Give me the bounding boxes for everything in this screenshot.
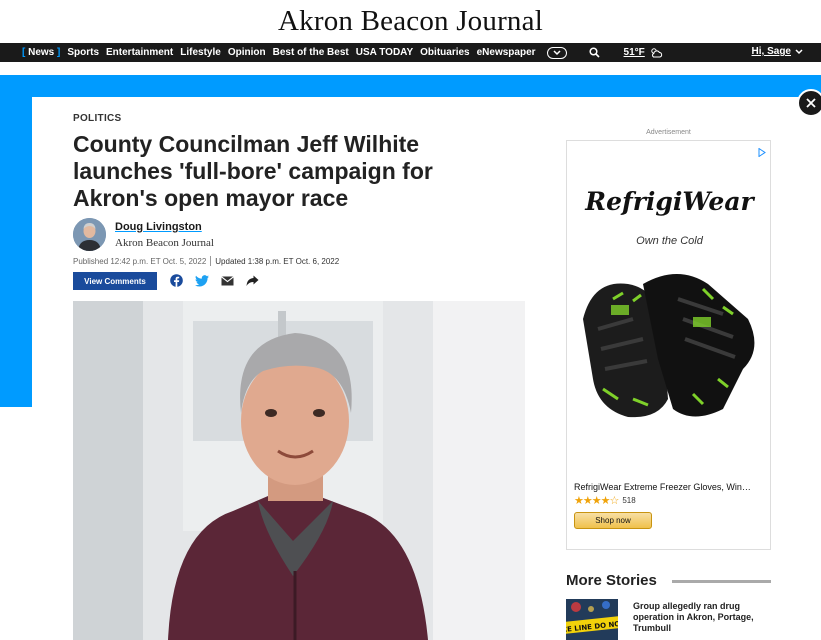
ad-rating: ★★★★☆ 518: [574, 494, 636, 507]
shop-now-button[interactable]: Shop now: [574, 512, 652, 529]
nav-item-enewspaper[interactable]: eNewspaper: [477, 47, 536, 58]
nav-item-lifestyle[interactable]: Lifestyle: [180, 47, 221, 58]
author-name[interactable]: Doug Livingston: [115, 221, 202, 233]
adchoices-button[interactable]: [758, 144, 766, 162]
section-label[interactable]: POLITICS: [73, 113, 122, 124]
article-headline: County Councilman Jeff Wilhite launches …: [73, 131, 433, 211]
chevron-down-icon: [795, 48, 803, 54]
share-bar: [170, 274, 259, 287]
ad-tagline: Own the Cold: [636, 235, 703, 247]
ad-product-name[interactable]: RefrigiWear Extreme Freezer Gloves, Win…: [574, 482, 766, 492]
weather-widget[interactable]: 51°F: [624, 47, 663, 58]
close-button[interactable]: [797, 89, 821, 117]
more-menu-button[interactable]: [546, 46, 567, 59]
story-link[interactable]: Group allegedly ran drug operation in Ak…: [633, 601, 773, 634]
nav-item-usa-today[interactable]: USA TODAY: [356, 47, 413, 58]
adchoices-icon: [758, 147, 766, 158]
article-hero-image[interactable]: [73, 301, 525, 640]
dateline-divider: [210, 256, 212, 266]
ad-rating-count: 518: [622, 496, 636, 505]
close-icon: [806, 98, 816, 108]
chevron-down-icon: [553, 49, 561, 55]
advertisement[interactable]: RefrigiWear Own the Cold RefrigiWear Ext…: [566, 140, 771, 550]
twitter-icon: [195, 274, 209, 287]
site-logo[interactable]: Akron Beacon Journal: [278, 5, 543, 38]
user-greeting: Hi, Sage: [751, 46, 791, 57]
twitter-share-button[interactable]: [195, 274, 209, 287]
gloves-image: [583, 274, 755, 418]
nav-item-entertainment[interactable]: Entertainment: [106, 47, 173, 58]
search-icon: [588, 47, 600, 58]
police-tape-image: ICE LINE DO NOT: [566, 599, 618, 640]
published-time: Published 12:42 p.m. ET Oct. 5, 2022: [73, 256, 207, 266]
nav-item-news[interactable]: [ News ]: [22, 47, 60, 58]
email-share-button[interactable]: [221, 275, 234, 286]
nav-item-sports[interactable]: Sports: [67, 47, 99, 58]
author-photo: [73, 218, 106, 251]
partly-cloudy-icon: [651, 48, 662, 58]
article-dateline: Published 12:42 p.m. ET Oct. 5, 2022 Upd…: [73, 256, 339, 266]
nav-item-obituaries[interactable]: Obituaries: [420, 47, 469, 58]
search-button[interactable]: [588, 47, 600, 58]
ad-product-image[interactable]: [573, 259, 763, 429]
more-stories-heading: More Stories: [566, 572, 657, 589]
ad-brand-logo: RefrigiWear: [585, 187, 754, 216]
share-arrow-icon: [246, 275, 259, 286]
story-thumbnail[interactable]: ICE LINE DO NOT: [566, 599, 618, 640]
advertisement-label: Advertisement: [646, 129, 691, 136]
star-rating-icon: ★★★★☆: [574, 495, 619, 507]
more-stories-rule: [672, 580, 771, 583]
masthead: Akron Beacon Journal: [0, 0, 821, 43]
facebook-icon: [170, 274, 183, 287]
share-button[interactable]: [246, 275, 259, 287]
email-icon: [221, 275, 234, 285]
author-organization: Akron Beacon Journal: [115, 237, 214, 249]
nav-item-opinion[interactable]: Opinion: [228, 47, 266, 58]
main-nav: [ News ] Sports Entertainment Lifestyle …: [0, 43, 821, 62]
user-menu[interactable]: Hi, Sage: [752, 46, 803, 57]
weather-temperature: 51°F: [623, 47, 645, 58]
author-avatar[interactable]: [73, 218, 106, 251]
hero-photo: [73, 301, 525, 640]
facebook-share-button[interactable]: [170, 274, 183, 287]
updated-time: Updated 1:38 p.m. ET Oct. 6, 2022: [215, 256, 340, 266]
nav-item-best-of-the-best[interactable]: Best of the Best: [273, 47, 349, 58]
view-comments-button[interactable]: View Comments: [73, 272, 157, 290]
